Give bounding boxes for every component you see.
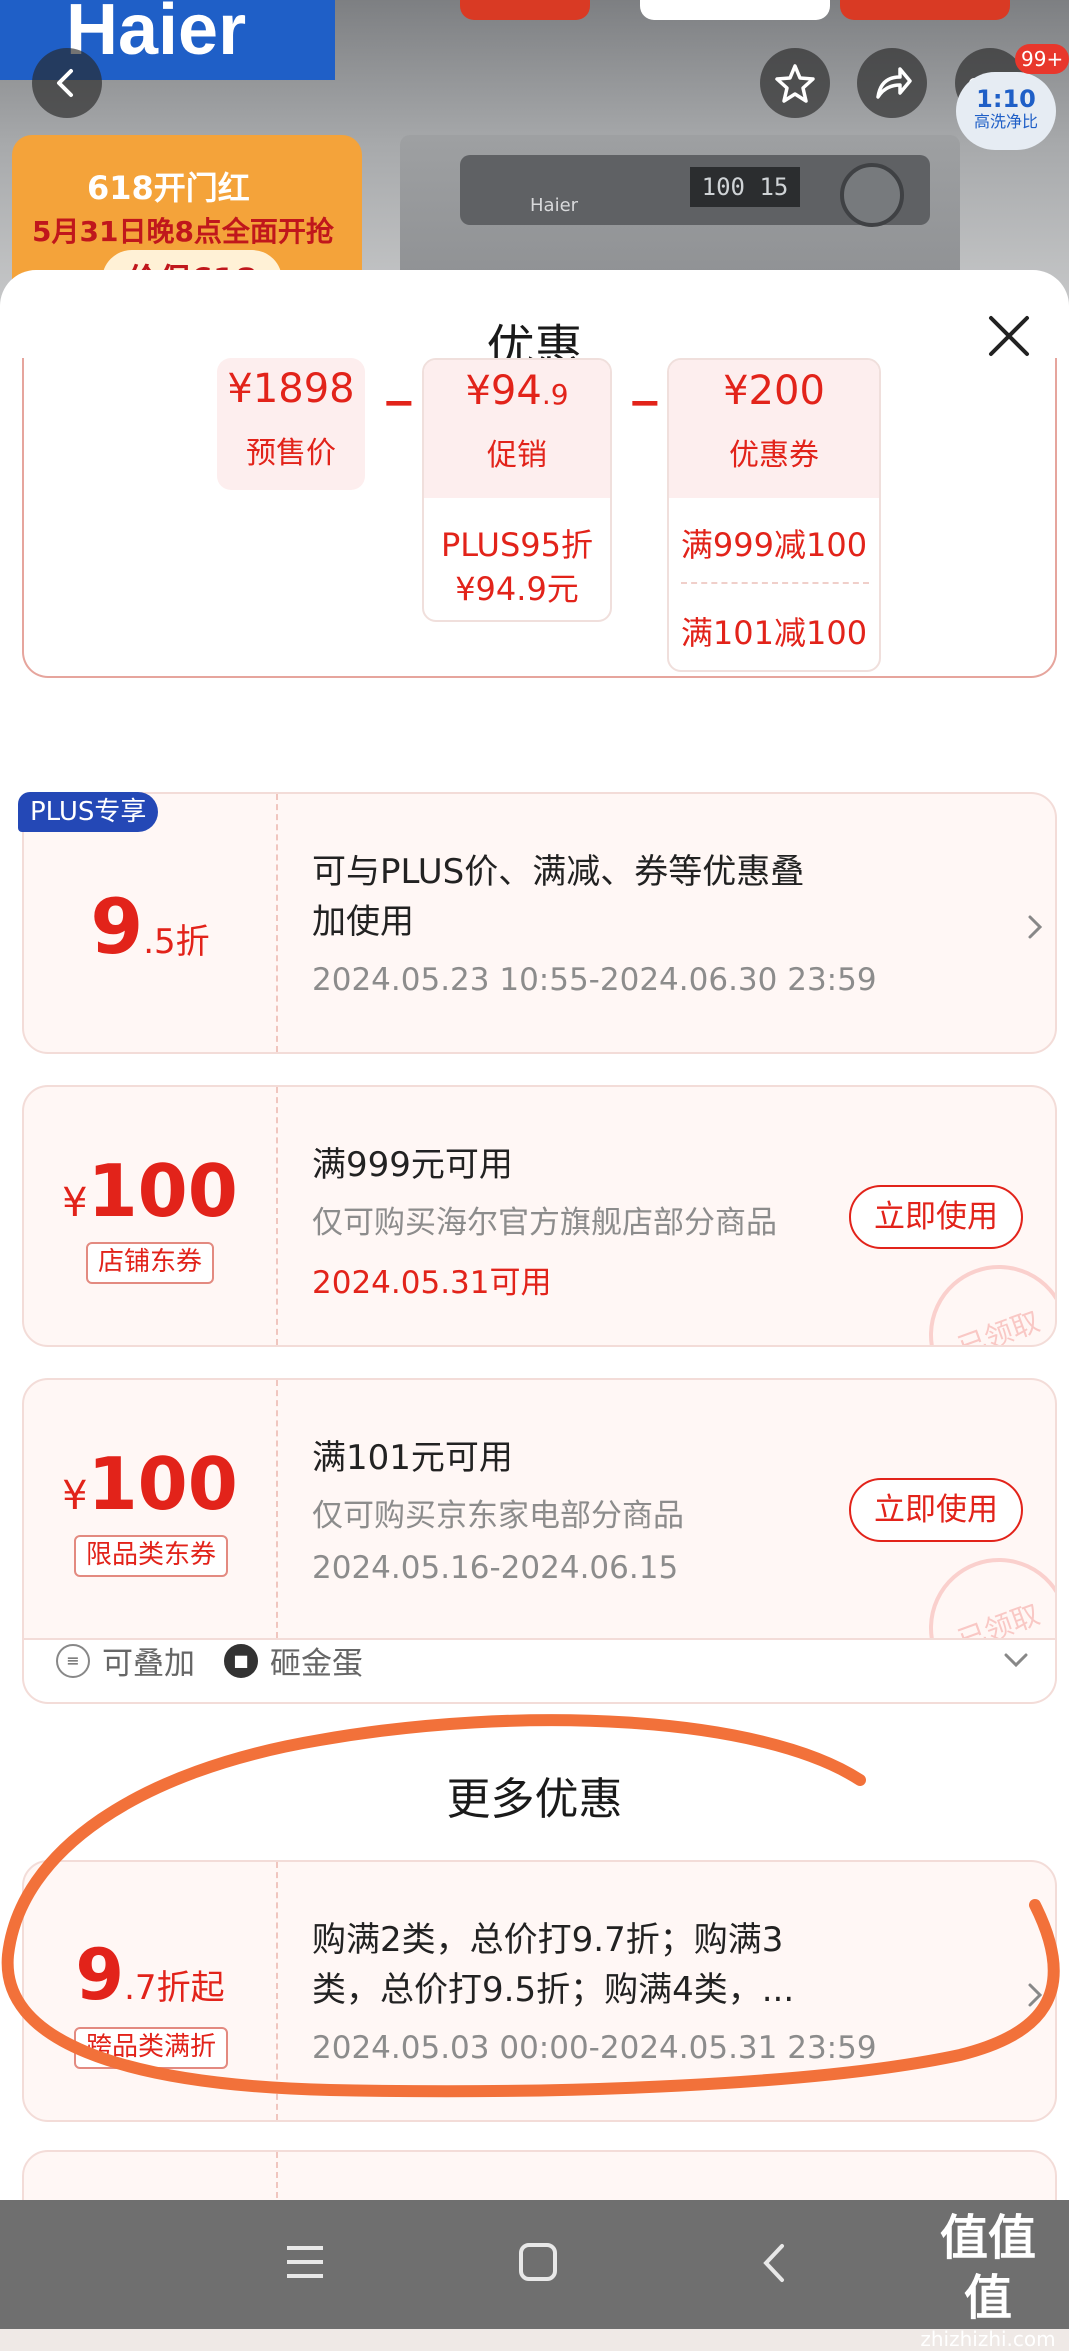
coupon-card[interactable]: ¥100 限品类东券 满101元可用 仅可购买京东家电部分商品 2024.05.…: [22, 1378, 1057, 1640]
coupon-amount: ¥200: [723, 368, 825, 414]
golden-egg-label: 砸金蛋: [270, 1646, 363, 1682]
coupon-condition: 满101元可用: [312, 1438, 513, 1478]
share-icon: [876, 67, 912, 99]
coupon-divider: [681, 582, 869, 584]
coupon-value: ¥100: [24, 1442, 276, 1526]
cross-category-discount-card[interactable]: 9.7折起 跨品类满折 购满2类，总价打9.7折；购满3 类，总价打9.5折；购…: [22, 1860, 1057, 2122]
stackable-label: 可叠加: [102, 1646, 195, 1682]
coupon-price-box: ¥200 优惠券 满999减100 满101减100: [667, 358, 881, 672]
plus-exclusive-tag: PLUS专享: [18, 792, 159, 832]
coupon-amount: 100: [87, 1442, 238, 1526]
next-offer-left: [24, 2152, 278, 2200]
discount-sheet: 优惠 ¥1898 预售价 − ¥94.9 促销 PLUS95折 ¥94.9元 −…: [0, 270, 1069, 2200]
minus-sign: −: [628, 380, 662, 426]
coupon-card[interactable]: ¥100 店铺东券 满999元可用 仅可购买海尔官方旗舰店部分商品 2024.0…: [22, 1085, 1057, 1347]
wash-ratio-label: 高洗净比: [973, 112, 1038, 131]
plus-title-line2: 加使用: [312, 902, 414, 942]
promo-badge-title: 618开门红: [87, 169, 250, 207]
washer-display: 100 15: [690, 167, 800, 207]
coupon-type-tag: 店铺东券: [86, 1242, 215, 1284]
cross-category-desc-line1: 购满2类，总价打9.7折；购满3: [312, 1920, 784, 1960]
cross-category-period: 2024.05.03 00:00-2024.05.31 23:59: [312, 2030, 877, 2066]
back-nav-icon[interactable]: [760, 2242, 788, 2284]
plus-discount-small: .5折: [143, 922, 210, 962]
coupon-left: ¥100 限品类东券: [24, 1380, 278, 1638]
watermark-name: 值值值: [939, 2210, 1036, 2326]
plus-discount-left: 9.5折: [24, 794, 278, 1052]
use-now-button[interactable]: 立即使用: [849, 1478, 1023, 1542]
cross-category-small: .7折起: [124, 1968, 225, 2008]
wash-ratio-value: 1:10: [976, 85, 1036, 113]
star-icon: [775, 64, 815, 103]
coupon-date: 2024.05.16-2024.06.15: [312, 1550, 679, 1586]
coupon-type-tag: 限品类东券: [74, 1535, 229, 1577]
coupon-left: ¥100 店铺东券: [24, 1087, 278, 1345]
promo-amount: ¥94.9: [424, 368, 610, 414]
chevron-down-icon[interactable]: [1002, 1650, 1030, 1670]
share-button[interactable]: [857, 48, 927, 118]
hero-tab-pill: [460, 0, 590, 20]
coupon-label: 优惠券: [729, 438, 819, 473]
chevron-left-icon: [57, 69, 73, 97]
more-offers-title: 更多优惠: [446, 1774, 623, 1825]
watermark-url: zhizhizhi.com: [920, 2327, 1056, 2351]
golden-egg-icon: ■: [224, 1643, 258, 1678]
coupon-amount: 100: [87, 1149, 238, 1233]
chevron-right-icon: [1028, 1983, 1043, 2007]
presale-amount: ¥1898: [227, 366, 355, 412]
coupon-scope: 仅可购买京东家电部分商品: [312, 1498, 684, 1534]
plus-discount-card[interactable]: 9.5折 可与PLUS价、满减、券等优惠叠 加使用 2024.05.23 10:…: [22, 792, 1057, 1054]
cross-category-tag: 跨品类满折: [74, 2027, 229, 2069]
use-now-button[interactable]: 立即使用: [849, 1185, 1023, 1249]
presale-price-box: ¥1898 预售价: [217, 358, 365, 490]
next-offer-card[interactable]: [22, 2150, 1057, 2200]
promo-price-box: ¥94.9 促销 PLUS95折 ¥94.9元: [422, 358, 612, 622]
chevron-right-icon: [1028, 915, 1043, 939]
cross-category-desc-line2: 类，总价打9.5折；购满4类，...: [312, 1970, 795, 2010]
coupon-detail-101: 满101减100: [680, 614, 868, 652]
plus-discount-value: 9.5折: [24, 882, 276, 971]
system-nav-bar: [0, 2200, 1069, 2329]
washer-panel: Haier 100 15: [460, 155, 930, 227]
promo-amount-decimal: .9: [541, 378, 569, 411]
coupon-condition: 满999元可用: [312, 1145, 513, 1185]
coupon-features-footer: ≡ 可叠加 ■ 砸金蛋: [22, 1620, 1057, 1704]
presale-label: 预售价: [246, 436, 336, 471]
golden-egg-feature: ■ 砸金蛋: [224, 1638, 363, 1683]
coupon-value: ¥100: [24, 1149, 276, 1233]
plus-period: 2024.05.23 10:55-2024.06.30 23:59: [312, 962, 877, 998]
hero-tab-pill: [640, 0, 830, 20]
message-count-badge: 99+: [1015, 44, 1069, 74]
received-stamp: 已领取: [909, 1245, 1055, 1345]
plus-discount-big: 9: [90, 882, 144, 971]
plus-title-line1: 可与PLUS价、满减、券等优惠叠: [312, 852, 805, 892]
cross-category-left: 9.7折起 跨品类满折: [24, 1862, 278, 2120]
cross-category-big: 9: [75, 1934, 125, 2016]
coupon-detail-999: 满999减100: [680, 526, 868, 564]
stackable-feature: ≡ 可叠加: [56, 1638, 195, 1683]
close-icon[interactable]: [985, 312, 1033, 360]
coupon-currency: ¥: [62, 1180, 88, 1226]
recent-apps-icon[interactable]: [285, 2244, 325, 2280]
coupon-currency: ¥: [62, 1473, 88, 1519]
promo-label: 促销: [487, 438, 547, 473]
price-breakdown-card: ¥1898 预售价 − ¥94.9 促销 PLUS95折 ¥94.9元 − ¥2…: [22, 358, 1057, 678]
minus-sign: −: [382, 380, 416, 426]
promo-detail-plus: PLUS95折: [441, 526, 593, 564]
wash-ratio-badge: 1:10 高洗净比: [956, 72, 1056, 150]
promo-detail-amount: ¥94.9元: [455, 570, 579, 608]
favorite-button[interactable]: [760, 48, 830, 118]
cross-category-value: 9.7折起: [24, 1934, 276, 2016]
back-button[interactable]: [32, 48, 102, 118]
stack-icon: ≡: [56, 1643, 90, 1678]
home-icon[interactable]: [518, 2242, 558, 2282]
promo-badge-subtitle: 5月31日晚8点全面开抢: [32, 215, 334, 248]
washer-brand-label: Haier: [530, 195, 579, 216]
coupon-scope: 仅可购买海尔官方旗舰店部分商品: [312, 1205, 777, 1241]
promo-amount-integer: ¥94: [465, 368, 542, 414]
coupon-date: 2024.05.31可用: [312, 1265, 552, 1301]
hero-tab-pill: [840, 0, 1010, 20]
washer-dial: [840, 163, 904, 227]
